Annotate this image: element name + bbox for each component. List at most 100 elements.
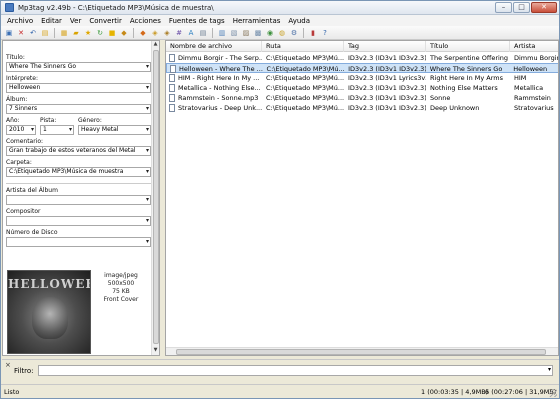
refresh-icon[interactable]: ↻: [95, 28, 105, 38]
tag-panel: Título: Where The Sinners Go ▾ Intérprete…: [2, 40, 160, 356]
table-row[interactable]: Rammstein - Sonne.mp3 C:\Etiquetado MP3\M…: [166, 93, 558, 103]
options-icon[interactable]: ⚙: [289, 28, 299, 38]
maximize-button[interactable]: □: [513, 2, 530, 13]
cell-filename: Stratovarius - Deep Unk...: [166, 103, 262, 113]
cell-artist: Dimmu Borgir: [510, 53, 558, 63]
cell-text: ID3v2.3 (ID3v1 ID3v2.3): [348, 65, 426, 73]
file-list-hscrollbar[interactable]: [166, 347, 558, 355]
text-file-icon[interactable]: ▧: [229, 28, 239, 38]
folder-label: Carpeta:: [6, 159, 32, 166]
table-row[interactable]: HIM - Right Here In My ... C:\Etiquetado …: [166, 73, 558, 83]
playlist-icon[interactable]: ▤: [198, 28, 208, 38]
close-button[interactable]: ✕: [531, 2, 557, 13]
toolbar: ▣ ✕ ↶ ▤ ▦ ▰ ★ ↻ ■ ◆ ◆ ◈ ◈ # A ▤ ▥ ▧ ▨ ▩ ◉ ◍ ⚙ ▮?: [1, 26, 559, 40]
freedb-icon[interactable]: ◉: [265, 28, 275, 38]
convert-text-tag-icon[interactable]: ◈: [150, 28, 160, 38]
tag-sources-icon[interactable]: ▩: [253, 28, 263, 38]
cover-dimensions: 500x500: [107, 280, 135, 287]
comment-field[interactable]: Gran trabajo de estos veteranos del Meta…: [6, 146, 151, 156]
add-directory-icon[interactable]: ▦: [59, 28, 69, 38]
table-row[interactable]: Dimmu Borgir - The Serp... C:\Etiquetado …: [166, 53, 558, 63]
web-sources-icon[interactable]: ◍: [277, 28, 287, 38]
col-header-path[interactable]: Ruta: [262, 41, 344, 52]
undo-icon[interactable]: ↶: [28, 28, 38, 38]
album-artist-field[interactable]: ▾: [6, 195, 151, 205]
save-icon[interactable]: ▣: [4, 28, 14, 38]
toolbar-separator: [54, 27, 55, 38]
minimize-button[interactable]: –: [495, 2, 512, 13]
scroll-up-icon[interactable]: ▲: [152, 41, 159, 49]
year-field[interactable]: 2010 ▾: [6, 125, 36, 135]
menu-editar[interactable]: Editar: [37, 17, 66, 25]
disc-field[interactable]: ▾: [6, 237, 151, 247]
cell-tag: ID3v2.3 (ID3v1 ID3v2.3): [344, 103, 426, 113]
file-list-header: Nombre de archivo Ruta Tag Título Artist…: [166, 41, 558, 52]
filter-input[interactable]: ▾: [38, 365, 553, 376]
info-icon[interactable]: ▮: [308, 28, 318, 38]
menu-archivo[interactable]: Archivo: [3, 17, 37, 25]
cell-title: Deep Unknown: [426, 103, 510, 113]
convert-filename-tag-icon[interactable]: ◆: [138, 28, 148, 38]
table-row[interactable]: Metallica - Nothing Else... C:\Etiquetado…: [166, 83, 558, 93]
scroll-thumb[interactable]: [153, 50, 159, 344]
menu-fuentes-de-tags[interactable]: Fuentes de tags: [165, 17, 229, 25]
album-field[interactable]: 7 Sinners ▾: [6, 104, 151, 114]
menu-bar: Archivo Editar Ver Convertir Acciones Fu…: [1, 15, 559, 26]
tag-panel-scrollbar[interactable]: ▲ ▼: [151, 41, 159, 355]
composer-field[interactable]: ▾: [6, 216, 151, 226]
cover-art-icon[interactable]: ▨: [241, 28, 251, 38]
cell-text: HIM: [514, 74, 527, 82]
delete-icon[interactable]: ✕: [16, 28, 26, 38]
table-row[interactable]: Stratovarius - Deep Unk... C:\Etiquetado …: [166, 103, 558, 113]
cell-text: Helloween - Where The ...: [179, 65, 263, 73]
cell-artist: HIM: [510, 73, 558, 83]
col-header-title[interactable]: Título: [426, 41, 510, 52]
convert-tag-filename-icon[interactable]: ◆: [119, 28, 129, 38]
cell-title: The Serpentine Offering: [426, 53, 510, 63]
cell-path: C:\Etiquetado MP3\Mú...: [262, 73, 344, 83]
favorites-icon[interactable]: ★: [83, 28, 93, 38]
folder-icon[interactable]: ■: [107, 28, 117, 38]
cell-text: C:\Etiquetado MP3\Mú...: [266, 94, 344, 102]
col-header-filename[interactable]: Nombre de archivo: [166, 41, 262, 52]
menu-acciones[interactable]: Acciones: [126, 17, 165, 25]
open-folder-icon[interactable]: ▰: [71, 28, 81, 38]
close-filter-icon[interactable]: ×: [5, 361, 11, 369]
cell-text: The Serpentine Offering: [430, 54, 509, 62]
title-field[interactable]: Where The Sinners Go ▾: [6, 62, 151, 72]
cell-text: ID3v2.3 (ID3v1 ID3v2.3): [348, 94, 426, 102]
cell-text: ID3v2.3 (ID3v1 ID3v2.3): [348, 104, 426, 112]
cell-path: C:\Etiquetado MP3\Mú...: [262, 53, 344, 63]
chevron-down-icon: ▾: [547, 366, 551, 373]
audio-file-icon: [169, 104, 175, 112]
window-controls: – □ ✕: [495, 2, 557, 13]
genre-field[interactable]: Heavy Metal ▾: [78, 125, 151, 135]
artist-field[interactable]: Helloween ▾: [6, 83, 151, 93]
cell-text: Nothing Else Matters: [430, 84, 498, 92]
cell-text: Helloween: [513, 65, 548, 73]
cell-text: C:\Etiquetado MP3\Mú...: [266, 84, 344, 92]
cover-art-image[interactable]: HELLOWEEN: [7, 270, 91, 354]
menu-ayuda[interactable]: Ayuda: [284, 17, 314, 25]
track-field[interactable]: 1 ▾: [40, 125, 74, 135]
menu-ver[interactable]: Ver: [66, 17, 85, 25]
chevron-down-icon: ▾: [145, 147, 149, 154]
audio-file-icon: [169, 94, 175, 102]
album-value: 7 Sinners: [9, 105, 38, 112]
table-row[interactable]: Helloween - Where The ... C:\Etiquetado M…: [166, 63, 558, 73]
export-icon[interactable]: ▥: [217, 28, 227, 38]
scroll-down-icon[interactable]: ▼: [152, 347, 159, 355]
col-header-artist[interactable]: Artista: [510, 41, 558, 52]
hscroll-thumb[interactable]: [176, 349, 546, 355]
chevron-down-icon: ▾: [145, 238, 149, 245]
menu-convertir[interactable]: Convertir: [85, 17, 126, 25]
col-header-tag[interactable]: Tag: [344, 41, 426, 52]
autonumber-icon[interactable]: #: [174, 28, 184, 38]
resize-grip[interactable]: [549, 389, 557, 397]
folder-field[interactable]: C:\Etiquetado MP3\Música de muestra ▾: [6, 167, 151, 177]
case-conversion-icon[interactable]: A: [186, 28, 196, 38]
help-icon[interactable]: ?: [320, 28, 330, 38]
menu-herramientas[interactable]: Herramientas: [229, 17, 285, 25]
convert-tag-tag-icon[interactable]: ◈: [162, 28, 172, 38]
change-directory-icon[interactable]: ▤: [40, 28, 50, 38]
